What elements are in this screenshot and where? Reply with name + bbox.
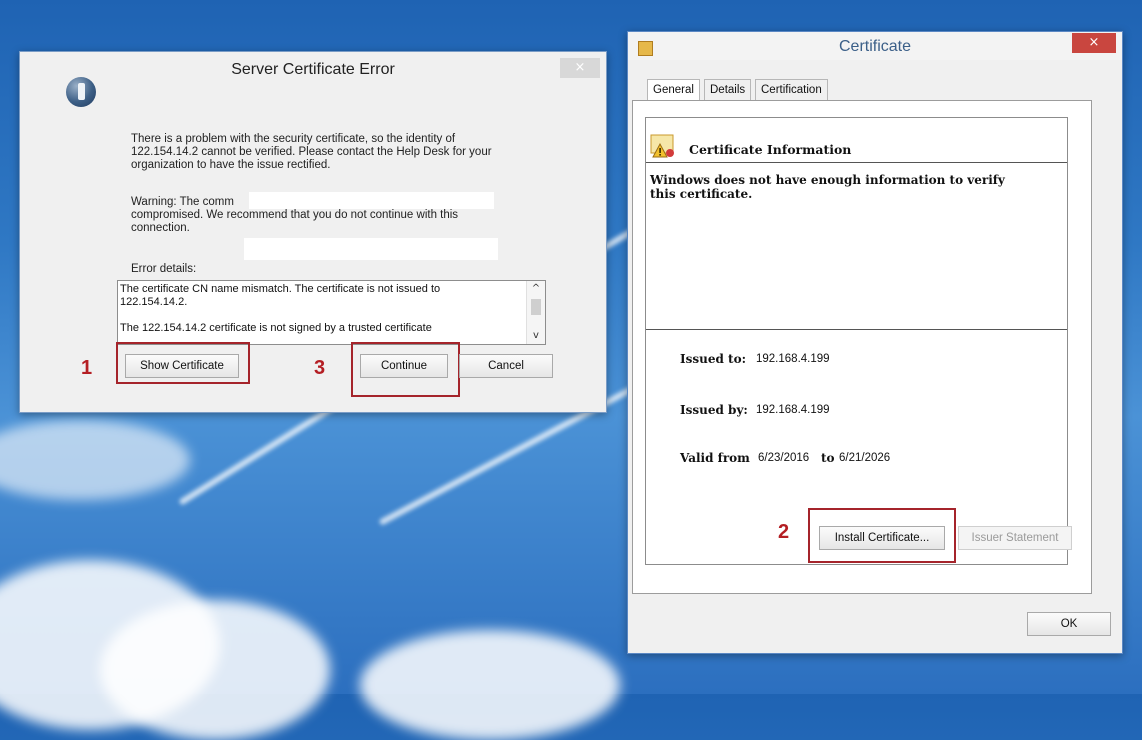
issued-to-value: 192.168.4.199: [756, 353, 830, 365]
scroll-thumb[interactable]: [531, 299, 541, 315]
divider: [646, 329, 1067, 330]
error-text-line-3: The 122.154.14.2 certificate is not sign…: [120, 322, 432, 334]
error-details-textbox[interactable]: The certificate CN name mismatch. The ce…: [117, 280, 546, 345]
divider: [646, 162, 1067, 163]
certificate-information-heading: Certificate Information: [689, 142, 852, 157]
redacted-area: [244, 238, 498, 260]
close-button[interactable]: ×: [1072, 33, 1116, 53]
install-certificate-button[interactable]: Install Certificate...: [819, 526, 945, 550]
show-certificate-button[interactable]: Show Certificate: [125, 354, 239, 378]
dialog-title: Certificate: [838, 38, 912, 55]
error-details-label: Error details:: [131, 263, 197, 275]
dialog-title: Server Certificate Error: [231, 61, 395, 78]
valid-from-label: Valid from: [680, 451, 750, 465]
redacted-area: [249, 192, 494, 209]
tab-general[interactable]: General: [647, 79, 700, 101]
warning-line-3: connection.: [131, 222, 190, 234]
titlebar: Certificate ×: [628, 32, 1122, 60]
error-text-line-2: 122.154.14.2.: [120, 296, 188, 308]
scroll-down-arrow-icon[interactable]: v: [527, 328, 545, 344]
tab-details[interactable]: Details: [704, 79, 752, 100]
ok-button[interactable]: OK: [1027, 612, 1111, 636]
error-message: There is a problem with the security cer…: [131, 133, 492, 171]
background-cloud: [360, 630, 620, 740]
step-number-3: 3: [314, 357, 326, 379]
issued-to-label: Issued to:: [680, 352, 747, 366]
step-number-1: 1: [81, 357, 93, 379]
certificate-warning-icon: [650, 134, 674, 158]
issued-by-value: 192.168.4.199: [756, 404, 830, 416]
warning-line-2: compromised. We recommend that you do no…: [131, 209, 459, 221]
tab-certification-path[interactable]: Certification Path: [755, 79, 828, 116]
valid-to-value: 6/21/2026: [839, 452, 891, 464]
valid-to-label: to: [821, 451, 835, 465]
general-tab-panel: Certificate Information Windows does not…: [632, 100, 1092, 594]
scroll-up-arrow-icon[interactable]: ^: [527, 281, 545, 297]
titlebar: Server Certificate Error ×: [20, 52, 606, 88]
scrollbar[interactable]: ^ v: [526, 281, 545, 344]
server-certificate-error-dialog: Server Certificate Error × There is a pr…: [19, 51, 607, 413]
certificate-info-frame: Certificate Information Windows does not…: [645, 117, 1068, 565]
issued-by-label: Issued by:: [680, 403, 748, 417]
continue-button[interactable]: Continue: [360, 354, 448, 378]
valid-from-value: 6/23/2016: [758, 452, 810, 464]
step-number-2: 2: [778, 521, 790, 543]
certificate-warning-text: Windows does not have enough information…: [650, 173, 1005, 201]
close-button[interactable]: ×: [560, 58, 600, 78]
background-cloud: [100, 600, 330, 740]
issuer-statement-button: Issuer Statement: [958, 526, 1072, 550]
certificate-dialog: Certificate × General Details Certificat…: [627, 31, 1123, 654]
info-shield-icon: [66, 77, 96, 107]
cancel-button[interactable]: Cancel: [459, 354, 553, 378]
error-text-line-1: The certificate CN name mismatch. The ce…: [120, 283, 441, 295]
background-cloud: [0, 420, 190, 500]
